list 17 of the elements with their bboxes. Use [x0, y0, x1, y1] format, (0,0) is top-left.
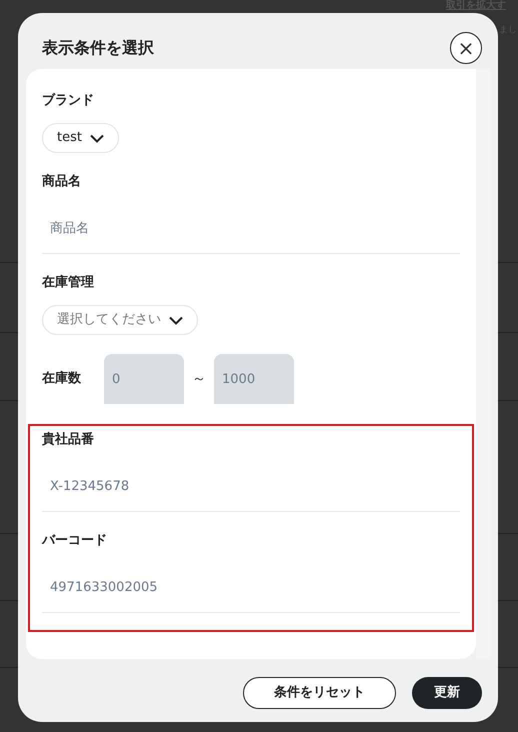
field-label: ブランド	[42, 92, 95, 110]
field-label: 貴社品番	[42, 430, 95, 449]
input-field[interactable]: 0	[104, 354, 184, 404]
chevron-down-icon	[169, 316, 183, 324]
reset-button[interactable]: 条件をリセット	[243, 677, 396, 709]
field-label: バーコード	[42, 532, 108, 550]
field-label: 在庫管理	[42, 274, 95, 292]
field-label: 商品名	[42, 172, 82, 191]
range-separator: ～	[192, 370, 206, 388]
dropdown[interactable]: 選択してください	[42, 305, 198, 335]
close-button[interactable]: ×	[450, 32, 482, 64]
chevron-down-icon	[90, 134, 104, 142]
field-label: 在庫数	[42, 370, 82, 388]
input-field[interactable]: 1000	[214, 354, 294, 404]
dropdown[interactable]: test	[42, 123, 119, 153]
dialog-title: 表示条件を選択	[42, 38, 154, 58]
update-button[interactable]: 更新	[412, 677, 482, 709]
